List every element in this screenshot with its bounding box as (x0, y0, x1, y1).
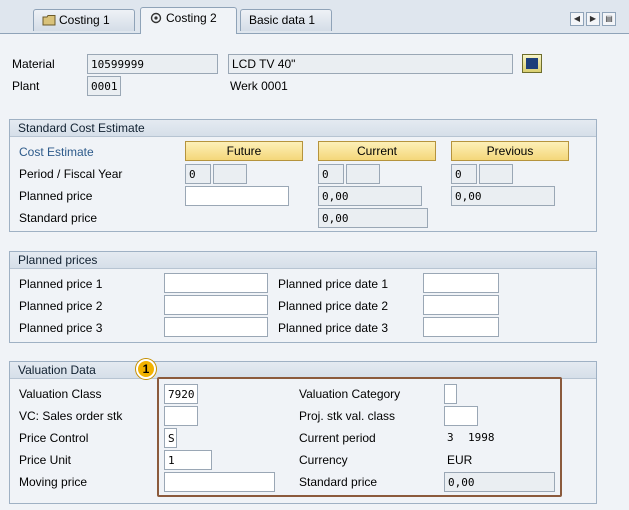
folder-open-icon (149, 12, 163, 24)
scroll-right-icon[interactable]: ▶ (586, 12, 600, 26)
cost-estimate-label: Cost Estimate (19, 145, 94, 159)
planned-price-2-field[interactable] (164, 295, 268, 315)
future-period-field[interactable]: 0 (185, 164, 211, 184)
material-field[interactable]: 10599999 (87, 54, 218, 74)
planned-price-date-1-field[interactable] (423, 273, 499, 293)
folder-icon (42, 14, 56, 26)
plant-description: Werk 0001 (230, 79, 288, 93)
planned-price-date-1-label: Planned price date 1 (278, 277, 389, 291)
planned-price-date-3-field[interactable] (423, 317, 499, 337)
price-control-label: Price Control (19, 431, 89, 445)
scroll-left-icon[interactable]: ◀ (570, 12, 584, 26)
tab-costing-2[interactable]: Costing 2 (140, 7, 237, 34)
plant-label: Plant (12, 79, 40, 93)
tab-list-icon[interactable]: ▤ (602, 12, 616, 26)
previous-button[interactable]: Previous (451, 141, 569, 161)
planned-price-1-field[interactable] (164, 273, 268, 293)
group-title: Standard Cost Estimate (10, 120, 596, 137)
planned-price-label: Planned price (19, 189, 93, 203)
planned-price-3-field[interactable] (164, 317, 268, 337)
current-standard-price-field[interactable]: 0,00 (318, 208, 428, 228)
tab-strip: Costing 1 Costing 2 Basic data 1 ◀ ▶ ▤ (0, 0, 629, 34)
current-button[interactable]: Current (318, 141, 436, 161)
tab-costing-1[interactable]: Costing 1 (33, 9, 135, 31)
current-planned-price-field[interactable]: 0,00 (318, 186, 422, 206)
previous-period-field[interactable]: 0 (451, 164, 477, 184)
info-icon[interactable] (522, 54, 542, 73)
previous-year-field[interactable] (479, 164, 513, 184)
moving-price-label: Moving price (19, 475, 88, 489)
tab-label: Basic data 1 (249, 13, 316, 27)
planned-price-2-label: Planned price 2 (19, 299, 103, 313)
standard-price-label: Standard price (19, 211, 98, 225)
group-title: Planned prices (10, 252, 596, 269)
planned-price-date-2-field[interactable] (423, 295, 499, 315)
planned-price-date-3-label: Planned price date 3 (278, 321, 389, 335)
period-fiscal-year-label: Period / Fiscal Year (19, 167, 123, 181)
future-year-field[interactable] (213, 164, 247, 184)
previous-planned-price-field[interactable]: 0,00 (451, 186, 555, 206)
material-label: Material (12, 57, 55, 71)
price-unit-label: Price Unit (19, 453, 72, 467)
current-year-field[interactable] (346, 164, 380, 184)
planned-price-3-label: Planned price 3 (19, 321, 103, 335)
planned-price-1-label: Planned price 1 (19, 277, 103, 291)
tab-basic-data-1[interactable]: Basic data 1 (240, 9, 332, 31)
material-description-field[interactable]: LCD TV 40" (228, 54, 513, 74)
plant-field[interactable]: 0001 (87, 76, 121, 96)
future-button[interactable]: Future (185, 141, 303, 161)
planned-price-date-2-label: Planned price date 2 (278, 299, 389, 313)
future-planned-price-field[interactable] (185, 186, 289, 206)
highlight-box (157, 377, 562, 497)
tab-label: Costing 1 (59, 13, 110, 27)
valuation-class-label: Valuation Class (19, 387, 102, 401)
vc-sales-order-stock-label: VC: Sales order stk (19, 409, 123, 423)
tab-label: Costing 2 (166, 11, 217, 25)
callout-badge: 1 (136, 359, 156, 379)
current-period-field[interactable]: 0 (318, 164, 344, 184)
